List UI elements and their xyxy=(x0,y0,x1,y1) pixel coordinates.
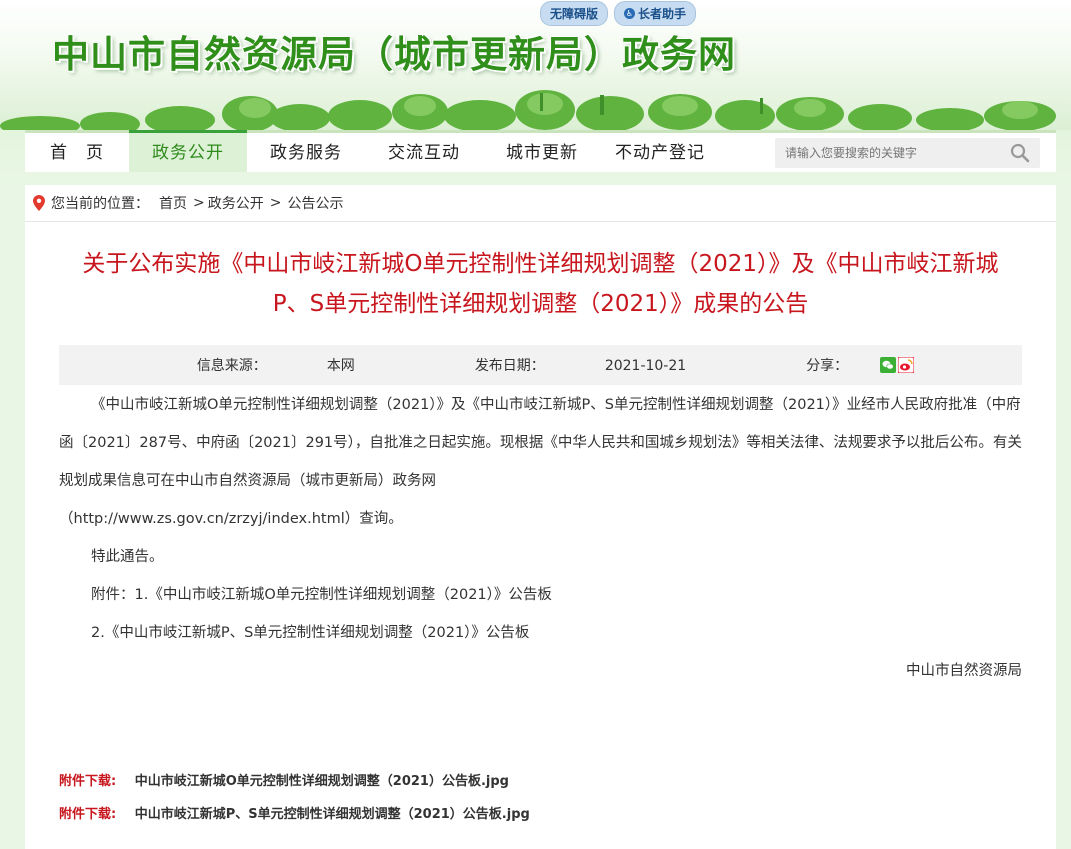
accessibility-button[interactable]: 无障碍版 xyxy=(540,1,609,26)
nav-item-urban-renewal[interactable]: 城市更新 xyxy=(483,133,601,172)
search-icon[interactable] xyxy=(1010,143,1030,163)
search-box xyxy=(775,138,1040,168)
elderly-label: 长者助手 xyxy=(638,7,687,21)
nav-item-government-services[interactable]: 政务服务 xyxy=(247,133,365,172)
share-label: 分享： xyxy=(806,358,849,374)
date-label: 发布日期： xyxy=(474,358,545,374)
article-body: 《中山市岐江新城O单元控制性详细规划调整（2021）》及《中山市岐江新城P、S单… xyxy=(25,386,1056,690)
accessibility-label: 无障碍版 xyxy=(550,7,599,21)
nav-item-real-estate-registration[interactable]: 不动产登记 xyxy=(601,133,719,172)
share-bar: 分享： xyxy=(776,355,915,375)
accessibility-bar: 无障碍版 ♿ 长者助手 xyxy=(540,1,697,26)
download-link[interactable]: 中山市岐江新城P、S单元控制性详细规划调整（2021）公告板.jpg xyxy=(135,807,530,822)
article-date: 发布日期： 2021-10-21 xyxy=(445,355,716,375)
article-source: 信息来源： 本网 xyxy=(167,355,385,375)
breadcrumb: 您当前的位置： 首页 > 政务公开 > 公告公示 xyxy=(25,185,1056,222)
article-notice: 特此通告。 xyxy=(91,549,164,565)
download-row: 附件下载: 中山市岐江新城O单元控制性详细规划调整（2021）公告板.jpg xyxy=(59,765,530,798)
breadcrumb-prefix: 您当前的位置： xyxy=(51,196,149,212)
breadcrumb-home[interactable]: 首页 xyxy=(159,193,187,213)
site-title[interactable]: 中山市自然资源局（城市更新局）政务网 xyxy=(52,24,736,78)
site-header: 中山市自然资源局（城市更新局）政务网 无障碍版 ♿ 长者助手 xyxy=(0,0,1071,130)
download-label: 附件下载: xyxy=(59,807,117,822)
article-meta: 信息来源： 本网 发布日期： 2021-10-21 分享： xyxy=(59,345,1022,385)
article-paragraph: 《中山市岐江新城O单元控制性详细规划调整（2021）》及《中山市岐江新城P、S单… xyxy=(59,397,1022,489)
elderly-icon: ♿ xyxy=(624,8,636,19)
elderly-assistant-button[interactable]: ♿ 长者助手 xyxy=(614,1,697,26)
search-input[interactable] xyxy=(775,145,1002,161)
attachment-downloads: 附件下载: 中山市岐江新城O单元控制性详细规划调整（2021）公告板.jpg 附… xyxy=(59,765,530,831)
date-value: 2021-10-21 xyxy=(604,358,687,374)
article-title: 关于公布实施《中山市岐江新城O单元控制性详细规划调整（2021）》及《中山市岐江… xyxy=(82,251,999,317)
breadcrumb-announcements[interactable]: 公告公示 xyxy=(287,193,343,213)
location-pin-icon xyxy=(33,195,45,211)
breadcrumb-separator: > xyxy=(193,195,205,211)
nav-item-government-affairs[interactable]: 政务公开 xyxy=(129,130,247,172)
wechat-share-icon[interactable] xyxy=(880,357,897,373)
source-value: 本网 xyxy=(326,358,355,374)
attachment-list-item: 附件：1.《中山市岐江新城O单元控制性详细规划调整（2021）》公告板 xyxy=(91,587,552,603)
nav-item-interaction[interactable]: 交流互动 xyxy=(365,133,483,172)
content-panel: 您当前的位置： 首页 > 政务公开 > 公告公示 关于公布实施《中山市岐江新城O… xyxy=(25,185,1056,849)
breadcrumb-government-affairs[interactable]: 政务公开 xyxy=(208,193,264,213)
article-url-paragraph: （http://www.zs.gov.cn/zrzyj/index.html）查… xyxy=(59,511,403,527)
article-signature: 中山市自然资源局 xyxy=(906,663,1022,679)
download-row: 附件下载: 中山市岐江新城P、S单元控制性详细规划调整（2021）公告板.jpg xyxy=(59,798,530,831)
nav-item-home[interactable]: 首 页 xyxy=(25,133,129,172)
breadcrumb-separator: > xyxy=(269,195,282,211)
tree-line-decoration xyxy=(0,90,1056,130)
download-label: 附件下载: xyxy=(59,774,117,789)
source-label: 信息来源： xyxy=(196,358,267,374)
weibo-share-icon[interactable] xyxy=(898,357,915,373)
main-nav: 首 页 政务公开 政务服务 交流互动 城市更新 不动产登记 xyxy=(25,130,1056,172)
attachment-list-item: 2.《中山市岐江新城P、S单元控制性详细规划调整（2021）》公告板 xyxy=(91,625,530,641)
download-link[interactable]: 中山市岐江新城O单元控制性详细规划调整（2021）公告板.jpg xyxy=(135,774,509,789)
